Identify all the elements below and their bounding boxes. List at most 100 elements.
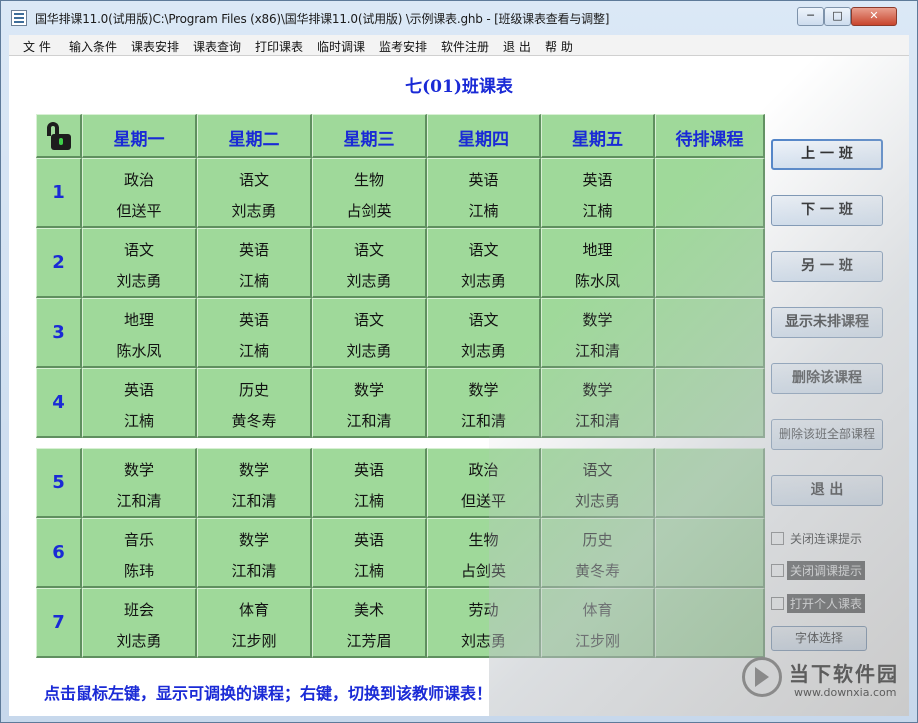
- minimize-button[interactable]: ─: [797, 7, 824, 26]
- lesson-cell[interactable]: 数学 江和清: [312, 368, 427, 438]
- period-number: 1: [36, 158, 82, 228]
- day-header-label: 待排课程: [675, 130, 744, 150]
- subject-name: 英语: [468, 171, 499, 189]
- subject-name: 数学: [582, 381, 613, 399]
- title-bar[interactable]: 国华排课11.0(试用版)C:\Program Files (x86)\国华排课…: [1, 1, 917, 35]
- teacher-name: 江和清: [231, 492, 277, 510]
- lesson-cell[interactable]: [655, 158, 765, 228]
- lesson-cell[interactable]: 数学 江和清: [197, 448, 312, 518]
- subject-name: 劳动: [468, 601, 499, 619]
- lesson-cell[interactable]: [655, 368, 765, 438]
- lesson-cell[interactable]: [655, 448, 765, 518]
- watermark-name: 当下软件园: [789, 662, 899, 686]
- lesson-cell[interactable]: 语文 刘志勇: [312, 228, 427, 298]
- checkbox-box[interactable]: [771, 531, 784, 545]
- open-personal-checkbox[interactable]: 打开个人课表: [771, 593, 866, 613]
- next-class-button[interactable]: 下 一 班: [771, 195, 883, 226]
- lesson-cell[interactable]: 语文 刘志勇: [312, 298, 427, 368]
- lesson-cell[interactable]: 英语 江楠: [312, 448, 427, 518]
- lock-toggle[interactable]: [36, 114, 82, 158]
- lesson-cell[interactable]: 数学 江和清: [541, 368, 655, 438]
- subject-name: 数学: [468, 381, 499, 399]
- teacher-name: 江楠: [468, 202, 499, 220]
- menu-file[interactable]: 文 件: [23, 38, 51, 55]
- prev-class-button[interactable]: 上 一 班: [771, 139, 883, 170]
- maximize-button[interactable]: □: [824, 7, 851, 26]
- teacher-name: 江楠: [353, 562, 384, 580]
- lesson-cell[interactable]: 语文 刘志勇: [427, 298, 541, 368]
- menu-temp-adjust[interactable]: 临时调课: [317, 38, 365, 55]
- subject-name: 地理: [123, 311, 154, 329]
- app-icon: [11, 10, 27, 26]
- menu-exam-arrange[interactable]: 监考安排: [379, 38, 427, 55]
- lesson-cell[interactable]: 生物 占剑英: [312, 158, 427, 228]
- lesson-cell[interactable]: 生物 占剑英: [427, 518, 541, 588]
- period-number: 3: [36, 298, 82, 368]
- unlock-icon: [46, 121, 71, 150]
- delete-all-courses-button[interactable]: 删除该班全部课程: [771, 419, 883, 450]
- subject-name: 数学: [353, 381, 384, 399]
- teacher-name: 黄冬寿: [231, 412, 277, 430]
- lesson-cell[interactable]: [655, 518, 765, 588]
- lesson-cell[interactable]: [655, 228, 765, 298]
- exit-button[interactable]: 退 出: [771, 475, 883, 506]
- lesson-cell[interactable]: 英语 江楠: [427, 158, 541, 228]
- lesson-cell[interactable]: 数学 江和清: [197, 518, 312, 588]
- subject-name: 数学: [123, 461, 154, 479]
- lesson-cell[interactable]: 英语 江楠: [312, 518, 427, 588]
- menu-schedule-query[interactable]: 课表查询: [193, 38, 241, 55]
- checkbox-box[interactable]: [771, 596, 784, 610]
- lesson-cell[interactable]: 政治 但送平: [427, 448, 541, 518]
- lesson-cell[interactable]: 英语 江楠: [541, 158, 655, 228]
- menu-input-conditions[interactable]: 输入条件: [69, 38, 117, 55]
- close-button[interactable]: ✕: [851, 7, 897, 26]
- lesson-cell[interactable]: 语文 刘志勇: [82, 228, 197, 298]
- lesson-cell[interactable]: 英语 江楠: [82, 368, 197, 438]
- subject-name: 语文: [582, 461, 613, 479]
- other-class-button[interactable]: 另 一 班: [771, 251, 883, 282]
- show-unscheduled-button[interactable]: 显示未排课程: [771, 307, 883, 338]
- lesson-cell[interactable]: 语文 刘志勇: [541, 448, 655, 518]
- subject-name: 历史: [238, 381, 269, 399]
- lesson-cell[interactable]: 数学 江和清: [541, 298, 655, 368]
- delete-course-button[interactable]: 删除该课程: [771, 363, 883, 394]
- lesson-cell[interactable]: 地理 陈水凤: [82, 298, 197, 368]
- day-header: 星期三: [312, 114, 427, 158]
- subject-name: 地理: [582, 241, 613, 259]
- period-number: 7: [36, 588, 82, 658]
- lesson-cell[interactable]: 地理 陈水凤: [541, 228, 655, 298]
- lesson-cell[interactable]: 劳动 刘志勇: [427, 588, 541, 658]
- lesson-cell[interactable]: 音乐 陈玮: [82, 518, 197, 588]
- subject-name: 音乐: [123, 531, 154, 549]
- lesson-cell[interactable]: 历史 黄冬寿: [541, 518, 655, 588]
- page-title: 七(01)班课表: [405, 77, 513, 97]
- lesson-cell[interactable]: 体育 江步刚: [197, 588, 312, 658]
- close-consecutive-checkbox[interactable]: 关闭连课提示: [771, 529, 865, 547]
- subject-name: 政治: [123, 171, 154, 189]
- lesson-cell[interactable]: 政治 但送平: [82, 158, 197, 228]
- menu-registration[interactable]: 软件注册: [441, 38, 489, 55]
- lesson-cell[interactable]: 英语 江楠: [197, 228, 312, 298]
- menu-schedule-arrange[interactable]: 课表安排: [131, 38, 179, 55]
- menu-print-schedule[interactable]: 打印课表: [255, 38, 303, 55]
- subject-name: 数学: [238, 461, 269, 479]
- period-number: 2: [36, 228, 82, 298]
- menu-exit[interactable]: 退 出: [503, 38, 531, 55]
- lesson-cell[interactable]: [655, 588, 765, 658]
- lesson-cell[interactable]: [655, 298, 765, 368]
- lesson-cell[interactable]: 体育 江步刚: [541, 588, 655, 658]
- close-adjust-checkbox[interactable]: 关闭调课提示: [771, 560, 866, 580]
- lesson-cell[interactable]: 语文 刘志勇: [197, 158, 312, 228]
- font-select-button[interactable]: 字体选择: [771, 626, 867, 651]
- lesson-cell[interactable]: 班会 刘志勇: [82, 588, 197, 658]
- lesson-cell[interactable]: 历史 黄冬寿: [197, 368, 312, 438]
- lesson-cell[interactable]: 英语 江楠: [197, 298, 312, 368]
- lesson-cell[interactable]: 美术 江芳眉: [312, 588, 427, 658]
- teacher-name: 刘志勇: [460, 272, 506, 290]
- checkbox-box[interactable]: [771, 563, 784, 577]
- subject-name: 语文: [353, 241, 384, 259]
- lesson-cell[interactable]: 数学 江和清: [427, 368, 541, 438]
- lesson-cell[interactable]: 数学 江和清: [82, 448, 197, 518]
- menu-help[interactable]: 帮 助: [545, 38, 573, 55]
- lesson-cell[interactable]: 语文 刘志勇: [427, 228, 541, 298]
